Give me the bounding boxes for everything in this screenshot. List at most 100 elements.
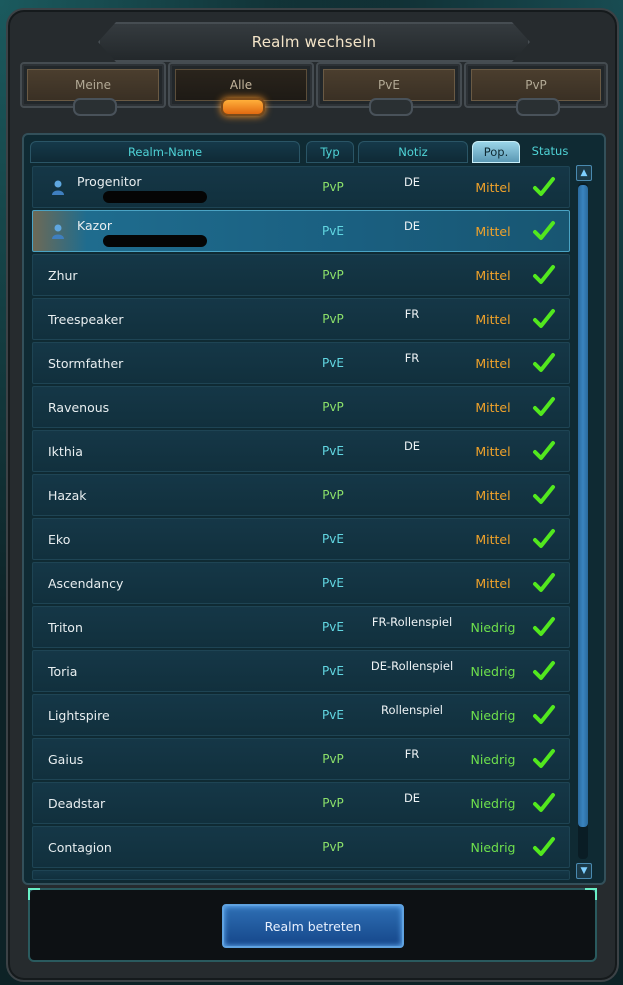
realm-name: Stormfather xyxy=(48,355,124,371)
tab-label: Alle xyxy=(229,78,253,92)
realm-row[interactable]: Stormfather PvE FR Mittel xyxy=(32,342,570,384)
realm-note: FR xyxy=(404,307,420,321)
realm-population: Mittel xyxy=(475,399,511,415)
realm-name: Progenitor xyxy=(77,173,142,189)
tab-pve[interactable]: PvE xyxy=(316,62,462,116)
realm-row[interactable]: Zhur PvP Mittel xyxy=(32,254,570,296)
realm-note xyxy=(353,558,471,598)
character-icon xyxy=(51,179,65,195)
realm-row[interactable]: Triton PvE FR-Rollenspiel Niedrig xyxy=(32,606,570,648)
realm-population: Mittel xyxy=(475,355,511,371)
realm-name: Ikthia xyxy=(48,443,83,459)
realm-population: Mittel xyxy=(475,575,511,591)
realm-row-partial[interactable] xyxy=(32,870,570,880)
status-check-icon xyxy=(529,519,559,559)
realm-row[interactable]: Ikthia PvE DE Mittel xyxy=(32,430,570,472)
window-title: Realm wechseln xyxy=(251,33,377,51)
realm-row[interactable]: Gaius PvP FR Niedrig xyxy=(32,738,570,780)
status-check-icon xyxy=(529,651,559,691)
realm-name: Contagion xyxy=(48,839,112,855)
realm-row[interactable]: Ravenous PvP Mittel xyxy=(32,386,570,428)
column-header-population[interactable]: Pop. xyxy=(472,141,520,163)
realm-name: Kazor xyxy=(77,217,112,233)
realm-population: Mittel xyxy=(475,487,511,503)
realm-name: Gaius xyxy=(48,751,84,767)
status-check-icon xyxy=(529,299,559,339)
realm-note: Rollenspiel xyxy=(380,703,444,717)
scroll-down-button[interactable]: ▼ xyxy=(576,863,592,879)
corner-accent xyxy=(28,888,40,900)
realm-note: FR xyxy=(404,747,420,761)
realm-note xyxy=(353,470,471,510)
realm-list-panel: Realm-Name Typ Notiz Pop. Status Progeni… xyxy=(22,133,606,885)
realm-population: Niedrig xyxy=(470,663,516,679)
realm-note: FR-Rollenspiel xyxy=(371,615,453,629)
footer-panel: Realm betreten xyxy=(28,888,597,962)
realm-name: Hazak xyxy=(48,487,87,503)
column-header-realm-name[interactable]: Realm-Name xyxy=(30,141,300,163)
status-check-icon xyxy=(529,475,559,515)
realm-name: Lightspire xyxy=(48,707,110,723)
realm-row[interactable]: Toria PvE DE-Rollenspiel Niedrig xyxy=(32,650,570,692)
realm-note xyxy=(353,382,471,422)
column-header-note[interactable]: Notiz xyxy=(358,141,468,163)
scroll-thumb[interactable] xyxy=(578,185,588,827)
scrollbar[interactable]: ▲ ▼ xyxy=(576,165,592,881)
arrow-up-icon: ▲ xyxy=(580,168,588,178)
realm-population: Niedrig xyxy=(470,619,516,635)
realm-row[interactable]: Lightspire PvE Rollenspiel Niedrig xyxy=(32,694,570,736)
status-check-icon xyxy=(529,255,559,295)
tab-indicator xyxy=(73,98,117,116)
filter-tabs: Meine Alle PvE PvP xyxy=(20,62,608,116)
status-check-icon xyxy=(529,211,559,251)
scroll-track[interactable] xyxy=(578,183,588,859)
realm-row[interactable]: Eko PvE Mittel xyxy=(32,518,570,560)
tab-label: PvE xyxy=(378,78,400,92)
character-icon xyxy=(51,223,65,239)
arrow-down-icon: ▼ xyxy=(580,866,588,876)
tab-label: PvP xyxy=(525,78,547,92)
tab-indicator xyxy=(221,98,265,116)
realm-row[interactable]: Hazak PvP Mittel xyxy=(32,474,570,516)
status-check-icon xyxy=(529,563,559,603)
status-check-icon xyxy=(529,167,559,207)
tab-pvp[interactable]: PvP xyxy=(464,62,608,116)
realm-row[interactable]: Progenitor PvP DE Mittel xyxy=(32,166,570,208)
realm-population: Mittel xyxy=(475,443,511,459)
corner-accent xyxy=(585,888,597,900)
status-check-icon xyxy=(529,607,559,647)
redacted-character-name xyxy=(103,191,207,203)
realm-name: Ascendancy xyxy=(48,575,124,591)
realm-population: Niedrig xyxy=(470,795,516,811)
realm-name: Triton xyxy=(48,619,83,635)
status-check-icon xyxy=(529,739,559,779)
scroll-up-button[interactable]: ▲ xyxy=(576,165,592,181)
realm-row[interactable]: Kazor PvE DE Mittel xyxy=(32,210,570,252)
realm-population: Mittel xyxy=(475,179,511,195)
realm-name: Toria xyxy=(48,663,78,679)
realm-name: Eko xyxy=(48,531,71,547)
column-header-status[interactable]: Status xyxy=(524,141,576,161)
column-headers: Realm-Name Typ Notiz Pop. Status xyxy=(30,141,590,163)
realm-population: Mittel xyxy=(475,223,511,239)
realm-population: Mittel xyxy=(475,531,511,547)
realm-note: DE xyxy=(403,219,421,233)
status-check-icon xyxy=(529,387,559,427)
tab-label: Meine xyxy=(74,78,112,92)
realm-note xyxy=(353,250,471,290)
tab-alle[interactable]: Alle xyxy=(168,62,314,116)
realm-row[interactable]: Ascendancy PvE Mittel xyxy=(32,562,570,604)
realm-population: Niedrig xyxy=(470,707,516,723)
title-bar: Realm wechseln xyxy=(98,22,530,62)
tab-meine[interactable]: Meine xyxy=(20,62,166,116)
realm-population: Mittel xyxy=(475,267,511,283)
realm-note xyxy=(353,822,471,862)
realm-row[interactable]: Deadstar PvP DE Niedrig xyxy=(32,782,570,824)
enter-realm-button[interactable]: Realm betreten xyxy=(222,904,404,948)
realm-row[interactable]: Treespeaker PvP FR Mittel xyxy=(32,298,570,340)
status-check-icon xyxy=(529,827,559,867)
realm-note: DE xyxy=(403,791,421,805)
status-check-icon xyxy=(529,783,559,823)
column-header-type[interactable]: Typ xyxy=(306,141,354,163)
realm-row[interactable]: Contagion PvP Niedrig xyxy=(32,826,570,868)
